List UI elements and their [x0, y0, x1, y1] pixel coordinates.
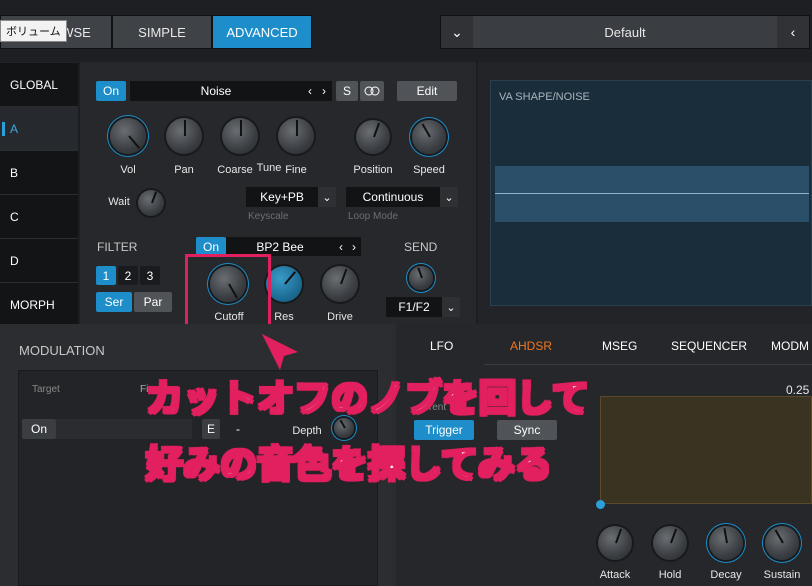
send-knob[interactable]: [409, 266, 433, 290]
sustain-label: Sustain: [763, 569, 801, 581]
res-knob[interactable]: [266, 266, 302, 302]
osc-source-field[interactable]: Noise: [130, 81, 302, 101]
vol-label: Vol: [120, 164, 136, 176]
position-knob[interactable]: [356, 120, 390, 154]
envelope-graph[interactable]: [600, 396, 812, 504]
tab-modm[interactable]: MODM: [771, 339, 809, 353]
loop-mode-chevron-icon[interactable]: ⌄: [440, 187, 458, 207]
preset-selector[interactable]: ⌄ Default ‹: [440, 15, 810, 49]
callout-line-2: 好みの音色を探してみる: [145, 442, 553, 487]
filter-next-icon[interactable]: ›: [347, 237, 361, 256]
hold-label: Hold: [658, 569, 682, 581]
link-icon[interactable]: [360, 81, 384, 101]
filter-slot-2[interactable]: 2: [118, 266, 138, 285]
send-chevron-icon[interactable]: ⌄: [442, 297, 460, 317]
decay-label: Decay: [710, 569, 742, 581]
tab-simple[interactable]: SIMPLE: [112, 15, 212, 49]
tab-lfo[interactable]: LFO: [430, 339, 453, 353]
filter-slot-1[interactable]: 1: [96, 266, 116, 285]
wait-label: Wait: [108, 196, 130, 208]
filter-title: FILTER: [97, 240, 138, 254]
volume-tooltip: ボリューム: [0, 20, 67, 42]
send-title: SEND: [404, 240, 438, 254]
coarse-label: Coarse: [217, 164, 253, 176]
loop-mode-label: Loop Mode: [348, 211, 399, 222]
parallel-button[interactable]: Par: [134, 292, 172, 312]
tab-divider: [484, 364, 812, 365]
center-line: [495, 193, 809, 194]
sidebar-item-c[interactable]: C: [0, 195, 78, 239]
serial-button[interactable]: Ser: [96, 292, 132, 312]
target-header: Target: [32, 384, 60, 395]
osc-next-icon[interactable]: ›: [316, 81, 332, 101]
callout-line-1: カットオフのノブを回して: [145, 376, 590, 421]
hold-knob[interactable]: [653, 526, 687, 560]
preset-dropdown-icon[interactable]: ⌄: [441, 16, 473, 48]
attack-knob[interactable]: [598, 526, 632, 560]
keyscale-label: Keyscale: [248, 211, 289, 222]
display-title: VA SHAPE/NOISE: [499, 91, 590, 103]
mod-on-button[interactable]: On: [22, 419, 56, 439]
pan-label: Pan: [174, 164, 194, 176]
sidebar-item-a[interactable]: A: [0, 107, 78, 151]
res-label: Res: [274, 311, 294, 323]
wait-knob[interactable]: [138, 190, 164, 216]
fine-label: Fine: [285, 164, 307, 176]
sidebar-item-label: A: [10, 121, 19, 136]
coarse-knob[interactable]: [222, 118, 258, 154]
sidebar-item-d[interactable]: D: [0, 239, 78, 283]
loop-mode-select[interactable]: Continuous: [346, 187, 440, 207]
send-select[interactable]: F1/F2: [386, 297, 442, 317]
speed-knob[interactable]: [412, 120, 446, 154]
preset-prev-icon[interactable]: ‹: [777, 16, 809, 48]
tab-mseg[interactable]: MSEG: [602, 339, 637, 353]
env-value: 0.25: [786, 383, 810, 397]
sidebar-item-label: B: [10, 165, 19, 180]
tab-advanced-label: ADVANCED: [226, 24, 298, 40]
edit-button[interactable]: Edit: [397, 81, 457, 101]
position-label: Position: [353, 164, 393, 176]
preset-name: Default: [604, 24, 646, 40]
tab-simple-label: SIMPLE: [138, 24, 186, 40]
sidebar-item-label: MORPH: [10, 297, 55, 312]
drive-label: Drive: [327, 311, 353, 323]
noise-band: [495, 166, 809, 222]
tab-advanced[interactable]: ADVANCED: [212, 15, 312, 49]
vol-knob[interactable]: [110, 118, 146, 154]
sidebar-item-b[interactable]: B: [0, 151, 78, 195]
sidebar-item-global[interactable]: GLOBAL: [0, 63, 78, 107]
tab-sequencer[interactable]: SEQUENCER: [671, 339, 747, 353]
tab-ahdsr[interactable]: AHDSR: [510, 339, 552, 353]
sidebar-item-morph[interactable]: MORPH: [0, 283, 78, 327]
solo-button[interactable]: S: [336, 81, 358, 101]
keyscale-select[interactable]: Key+PB: [246, 187, 318, 207]
pan-knob[interactable]: [166, 118, 202, 154]
sustain-knob[interactable]: [765, 526, 799, 560]
sidebar-item-label: GLOBAL: [10, 77, 59, 92]
modulation-title: MODULATION: [19, 343, 105, 358]
osc-on-button[interactable]: On: [96, 81, 126, 101]
sidebar-item-label: C: [10, 209, 19, 224]
decay-knob[interactable]: [709, 526, 743, 560]
fine-knob[interactable]: [278, 118, 314, 154]
envelope-start-point[interactable]: [596, 500, 605, 509]
highlight-box: [185, 254, 271, 330]
link-rings-icon: [364, 86, 380, 96]
attack-label: Attack: [599, 569, 631, 581]
keyscale-chevron-icon[interactable]: ⌄: [318, 187, 336, 207]
filter-slot-3[interactable]: 3: [140, 266, 160, 285]
sidebar-item-label: D: [10, 253, 19, 268]
waveform-display: VA SHAPE/NOISE: [490, 80, 812, 306]
drive-knob[interactable]: [322, 266, 358, 302]
filter-prev-icon[interactable]: ‹: [334, 237, 348, 256]
top-stripe: [0, 0, 812, 4]
speed-label: Speed: [413, 164, 445, 176]
